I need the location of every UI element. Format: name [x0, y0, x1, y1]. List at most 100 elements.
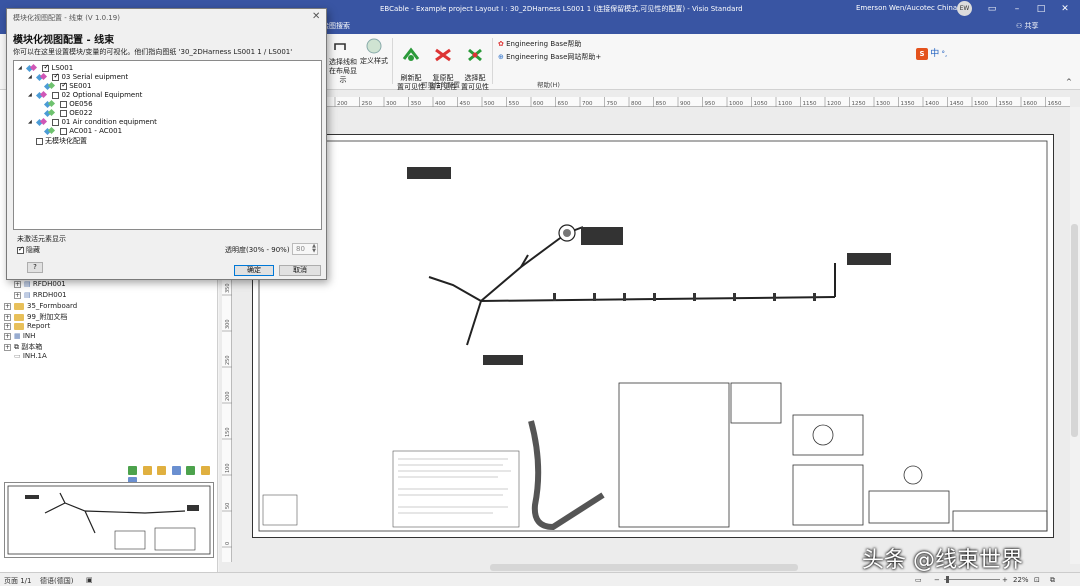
expand-icon[interactable]: + [4, 322, 11, 330]
tree-item[interactable]: + ⧉ 副本箱 [4, 342, 42, 352]
dialog-close-icon[interactable]: ✕ [312, 11, 320, 22]
maximize-icon[interactable]: □ [1034, 2, 1048, 16]
ruler-tick-label: 950 [705, 101, 716, 107]
dialog-heading: 模块化视图配置 - 线束 [13, 35, 115, 46]
node-checkbox[interactable] [60, 81, 68, 90]
hide-option[interactable]: 隐藏 [17, 245, 40, 255]
thumbnail-drawing [7, 485, 211, 555]
ruler-tick-label: 900 [680, 101, 691, 107]
folder-tool-icon[interactable] [142, 466, 152, 475]
zoom-in-icon[interactable]: + [1002, 576, 1008, 584]
node-checkbox[interactable] [60, 100, 68, 108]
node-checkbox[interactable] [52, 91, 60, 99]
avatar[interactable]: EW [957, 1, 972, 16]
folder-tool-icon[interactable] [200, 466, 210, 475]
green-tool-icon[interactable] [128, 466, 137, 475]
zoom-slider-thumb[interactable] [946, 576, 949, 583]
minimize-icon[interactable]: – [1010, 2, 1024, 16]
select-line-label: 选择线和 [329, 58, 357, 66]
folder-tool-icon[interactable] [157, 466, 167, 475]
cancel-button[interactable]: 取消 [279, 265, 321, 276]
transparency-label: 透明度(30% - 90%) [225, 246, 290, 254]
tree-item[interactable]: +99_附加文档 [4, 312, 67, 322]
tree-item[interactable]: + ▤ RFDH001 [14, 280, 66, 290]
node-checkbox[interactable] [52, 72, 60, 81]
arrow-tool-icon[interactable] [186, 466, 196, 475]
tree-node-label: 无模块化配置 [45, 137, 87, 145]
close-icon[interactable]: ✕ [1058, 2, 1072, 16]
expand-icon[interactable]: + [14, 280, 21, 288]
expand-icon[interactable]: + [4, 302, 11, 310]
sogou-s-icon: S [916, 48, 928, 60]
share-button[interactable]: ⚇ 共享 [1016, 21, 1039, 31]
ruler-tick-label: 200 [225, 391, 231, 401]
overview-thumbnail[interactable] [4, 482, 214, 558]
collapse-ribbon-icon[interactable]: ^ [1066, 78, 1072, 86]
fit-page-icon[interactable]: ▭ [915, 576, 922, 584]
node-checkbox[interactable] [60, 127, 68, 135]
select-line-label-2: 在布局显示 [329, 67, 357, 84]
tree-item-label: INH.1A [22, 352, 47, 360]
punctuation-icon: °, [941, 50, 948, 58]
spinner-arrows-icon[interactable]: ▲ ▼ [312, 244, 316, 254]
collapse-arrow-icon[interactable]: ◢ [28, 119, 34, 125]
ruler-tick-label: 250 [225, 355, 231, 365]
zoom-slider[interactable] [944, 579, 1000, 580]
node-checkbox[interactable] [42, 63, 50, 72]
expand-icon[interactable]: + [4, 313, 11, 321]
help-puzzle-icon: ✿ [498, 40, 504, 48]
module-cube-icon [36, 90, 48, 100]
eb-help-link[interactable]: ✿ Engineering Base帮助 [498, 39, 581, 49]
node-checkbox[interactable] [60, 109, 68, 117]
ruler-tick-label: 350 [411, 101, 422, 107]
expand-icon[interactable]: + [4, 332, 11, 340]
ribbon-display-options-icon[interactable]: ▭ [985, 2, 999, 16]
switch-windows-icon[interactable]: ⧉ [1050, 576, 1055, 585]
tree-item[interactable]: + ▦ INH [4, 332, 35, 342]
tree-item[interactable]: + Report [4, 322, 50, 332]
ruler-tick-label: 850 [656, 101, 667, 107]
collapse-arrow-icon[interactable]: ◢ [28, 92, 34, 98]
collapse-arrow-icon[interactable]: ◢ [18, 65, 24, 71]
language-indicator[interactable]: 德语(德国) [40, 576, 73, 586]
tree-item[interactable]: + ▤ RRDH001 [14, 291, 67, 301]
help-button[interactable]: ? [27, 262, 43, 273]
drawing-sheet[interactable] [252, 134, 1054, 538]
share-label: 共享 [1024, 22, 1039, 30]
horizontal-scrollbar[interactable] [490, 564, 798, 571]
tree-item[interactable]: +35_Formboard [4, 302, 77, 312]
select-config-icon [468, 48, 482, 62]
ribbon-partial-icon-button[interactable] [330, 40, 350, 56]
collapse-arrow-icon[interactable]: ◢ [28, 74, 34, 80]
ruler-tick-label: 50 [225, 503, 231, 509]
tree-node-label: 03 Serial euipment [61, 73, 129, 81]
eb-web-help-link[interactable]: ⊕ Engineering Base网站帮助+ [498, 52, 601, 62]
tree-node[interactable]: 无模块化配置 [36, 136, 87, 146]
page-tool-icon[interactable] [171, 466, 181, 475]
transparency-spinner[interactable]: 80 ▲ ▼ [292, 243, 318, 255]
expand-icon[interactable]: + [14, 291, 21, 299]
select-line-button[interactable]: 选择线和 在布局显示 [326, 58, 360, 85]
ruler-tick-label: 1500 [974, 101, 988, 107]
define-style-button[interactable]: 定义样式 [360, 38, 388, 66]
hide-checkbox[interactable] [17, 245, 24, 254]
ruler-tick-label: 1250 [852, 101, 866, 107]
vertical-scrollbar[interactable] [1071, 224, 1078, 437]
user-name[interactable]: Emerson Wen/Aucotec China [856, 4, 957, 12]
tree-item[interactable]: ▭ INH.1A [14, 352, 47, 362]
expand-icon[interactable]: + [4, 343, 11, 351]
select-visibility-button[interactable]: 选择配 置可见性 [460, 38, 490, 92]
ok-button[interactable]: 确定 [234, 265, 274, 276]
drawing-icon: ▤ [24, 291, 31, 299]
node-checkbox[interactable] [36, 137, 43, 145]
zoom-out-icon[interactable]: − [934, 576, 940, 584]
node-checkbox[interactable] [52, 118, 60, 126]
transparency-value: 80 [296, 245, 305, 253]
fit-window-icon[interactable]: ⊡ [1034, 576, 1040, 584]
zoom-level[interactable]: 22% [1013, 576, 1029, 584]
page-indicator[interactable]: 页面 1/1 [4, 576, 32, 586]
unactivated-display-label: 未激活元素显示 [17, 235, 66, 243]
ruler-tick-label: 1050 [754, 101, 768, 107]
ime-toolbar[interactable]: S 中 °, [916, 46, 947, 60]
macro-icon[interactable]: ▣ [86, 576, 93, 584]
